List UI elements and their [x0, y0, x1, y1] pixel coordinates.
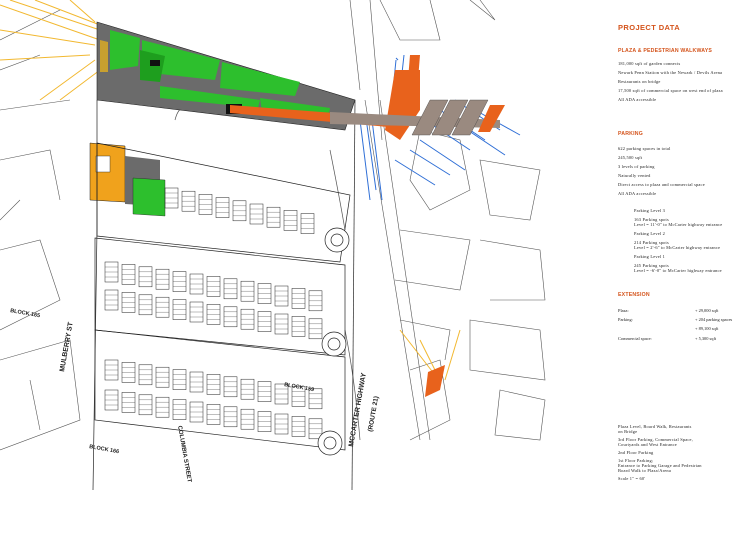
project-data-panel: PROJECT DATA PLAZA & PEDESTRIAN WALKWAYS… — [590, 0, 750, 490]
parking-line: Naturally vented — [618, 173, 651, 178]
site-plan: MULBERRY ST BLOCK 165 BLOCK 159 BLOCK 16… — [0, 0, 546, 490]
street-label-mccarter: MCCARTER HIGHWAY — [348, 372, 368, 447]
plaza-line: 17,500 sqft of commercial space on west … — [618, 88, 723, 93]
parking-line: Direct access to plaza and commercial sp… — [618, 182, 705, 187]
extension-value: + 5,300 sqft — [695, 336, 717, 341]
city-context-lines — [0, 0, 546, 451]
parking-line: All ADA accessible — [618, 191, 657, 196]
plaza-line: Restaurants on bridge — [618, 79, 661, 84]
commercial-block — [89, 142, 166, 217]
panel-title: PROJECT DATA — [618, 23, 681, 32]
parking-line: 3 levels of parking — [618, 164, 655, 169]
parking-level-line: Level = 2'-6" to McCarter highway entran… — [634, 245, 721, 250]
scale-note: Scale 1" = 60' — [618, 476, 646, 481]
parking-level-name: Parking Level 3 — [634, 208, 666, 213]
parking-line: 245,500 sqft — [618, 155, 643, 160]
extension-label: Plaza: — [618, 308, 629, 313]
parking-level-name: Parking Level 1 — [634, 254, 666, 259]
plaza-line: Newark Penn Station with the Newark / De… — [618, 70, 723, 75]
street-label-columbia: COLUMBIA STREET — [176, 425, 192, 483]
plaza-line: 181,000 sqft of garden connects — [618, 61, 681, 66]
parking-level-line: Level = 11'-0" to McCarter highway entra… — [634, 222, 723, 227]
drawing-legend: Plaza Level, Board Walk, Restaurants on … — [618, 424, 702, 481]
parking-level-name: Parking Level 2 — [634, 231, 666, 236]
parking-line: 622 parking spaces in total — [618, 146, 671, 151]
street-label-mulberry: MULBERRY ST — [59, 321, 75, 372]
plaza-heading: PLAZA & PEDESTRIAN WALKWAYS — [618, 48, 713, 54]
extension-label: Commercial space: — [618, 336, 652, 341]
extension-value: + 204 parking spaces — [695, 317, 733, 322]
parking-heading: PARKING — [618, 131, 643, 137]
parking-level-line: Level = -6'-0" to McCarter highway entra… — [634, 268, 722, 273]
street-label-route: (ROUTE 21) — [367, 396, 380, 433]
extension-heading: EXTENSION — [618, 292, 650, 298]
extension-value: + 89,100 sqft — [695, 326, 719, 331]
plaza-line: All ADA accessible — [618, 97, 657, 102]
parking-stalls — [104, 187, 323, 440]
extension-value: + 29,000 sqft — [695, 308, 719, 313]
parking-ramps — [317, 227, 350, 456]
extension-label: Parking: — [618, 317, 633, 322]
